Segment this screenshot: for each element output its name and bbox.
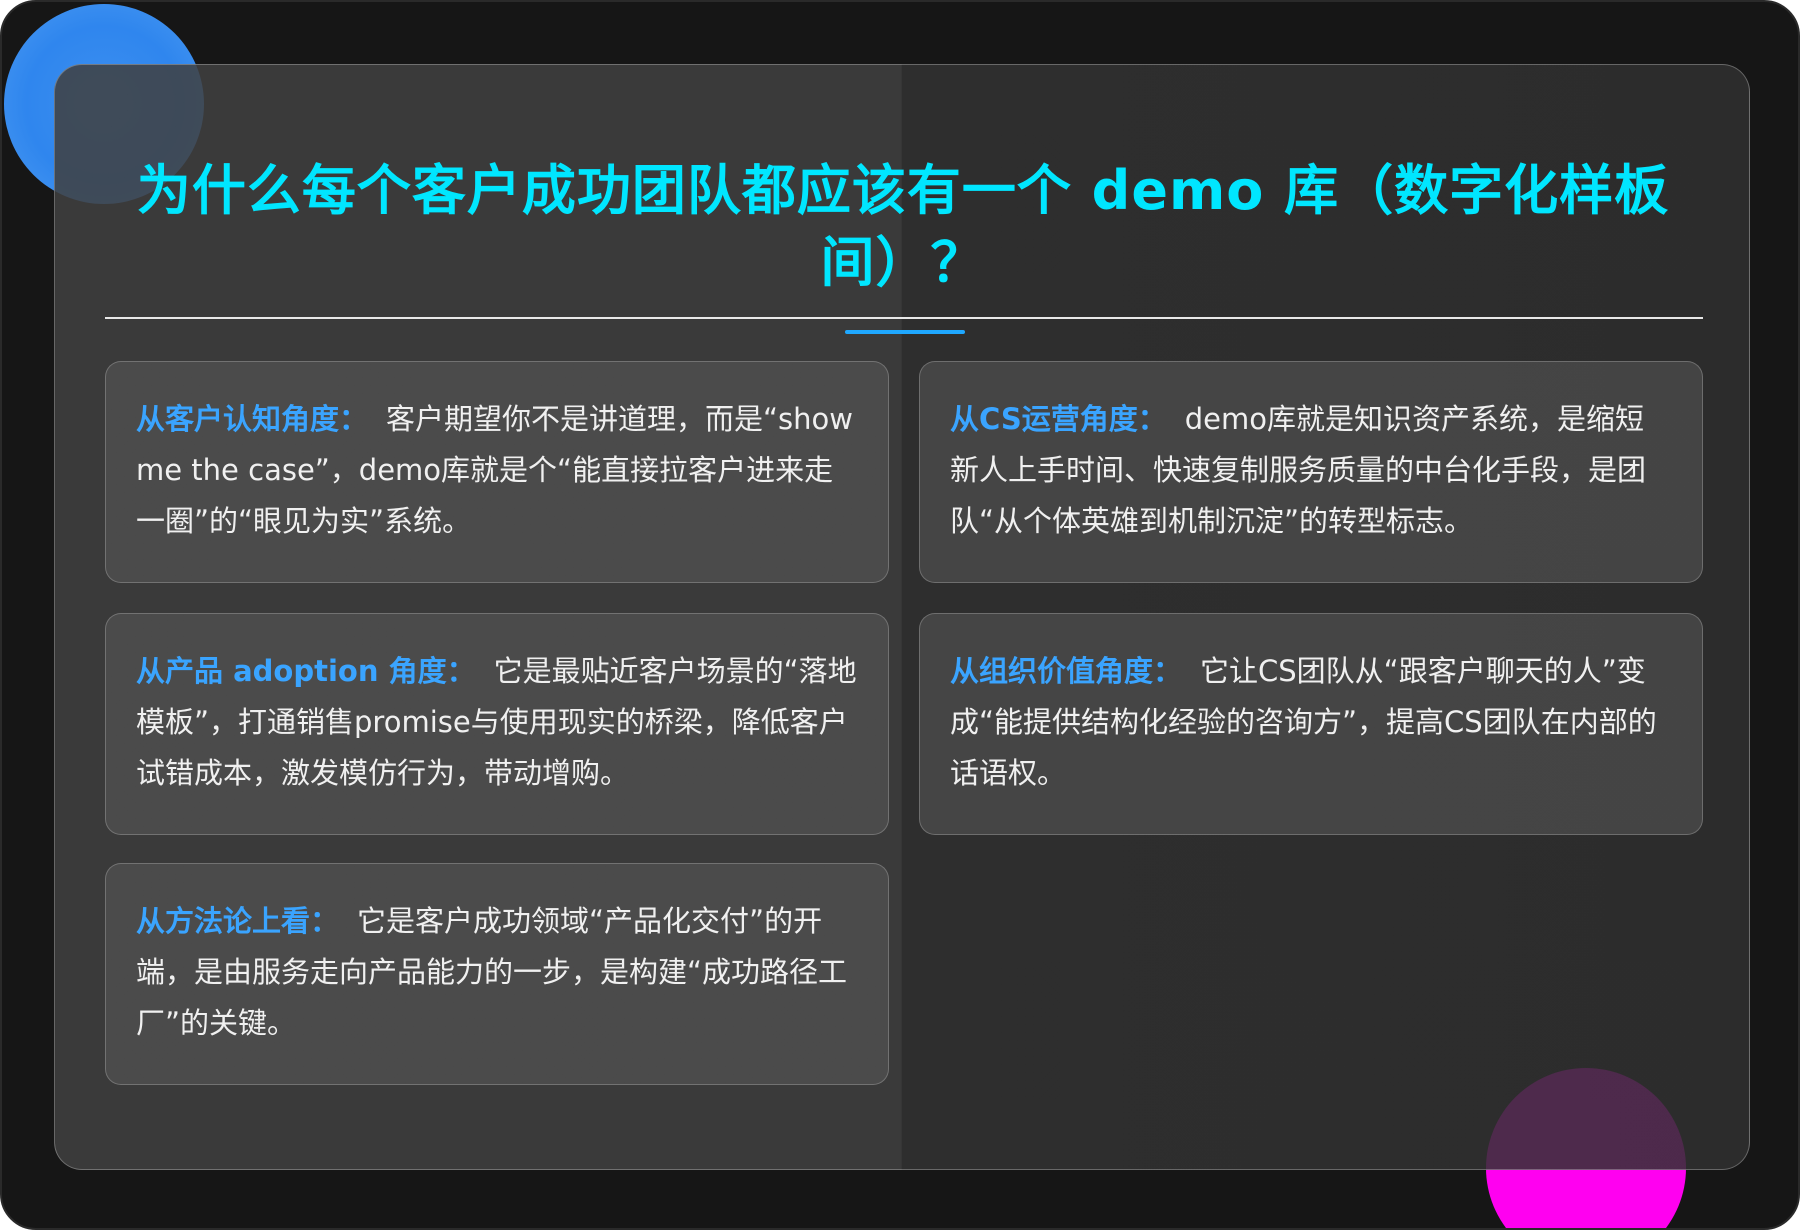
- card-text: 从客户认知角度： 客户期望你不是讲道理，而是“show me the case”，…: [136, 394, 858, 547]
- card-text: 从方法论上看： 它是客户成功领域“产品化交付”的开端，是由服务走向产品能力的一步，…: [136, 896, 858, 1049]
- card-methodology: 从方法论上看： 它是客户成功领域“产品化交付”的开端，是由服务走向产品能力的一步，…: [105, 863, 889, 1085]
- card-organizational-value: 从组织价值角度： 它让CS团队从“跟客户聊天的人”变成“能提供结构化经验的咨询方”…: [919, 613, 1703, 835]
- title-divider: [105, 317, 1703, 319]
- content-panel: 为什么每个客户成功团队都应该有一个 demo 库（数字化样板间）？ 从客户认知角…: [54, 64, 1750, 1170]
- card-lead: 从组织价值角度：: [950, 654, 1183, 688]
- card-lead: 从方法论上看：: [136, 904, 340, 938]
- slide-frame: 为什么每个客户成功团队都应该有一个 demo 库（数字化样板间）？ 从客户认知角…: [0, 0, 1800, 1230]
- card-text: 从CS运营角度： demo库就是知识资产系统，是缩短新人上手时间、快速复制服务质量…: [950, 394, 1672, 547]
- card-text: 从产品 adoption 角度： 它是最贴近客户场景的“落地模板”，打通销售pro…: [136, 646, 858, 799]
- card-product-adoption: 从产品 adoption 角度： 它是最贴近客户场景的“落地模板”，打通销售pro…: [105, 613, 889, 835]
- card-lead: 从CS运营角度：: [950, 402, 1167, 436]
- page-title: 为什么每个客户成功团队都应该有一个 demo 库（数字化样板间）？: [136, 159, 1670, 294]
- card-customer-perception: 从客户认知角度： 客户期望你不是讲道理，而是“show me the case”，…: [105, 361, 889, 583]
- card-cs-operations: 从CS运营角度： demo库就是知识资产系统，是缩短新人上手时间、快速复制服务质量…: [919, 361, 1703, 583]
- card-lead: 从产品 adoption 角度：: [136, 654, 476, 688]
- card-lead: 从客户认知角度：: [136, 402, 369, 436]
- title-accent-line: [845, 330, 965, 334]
- card-text: 从组织价值角度： 它让CS团队从“跟客户聊天的人”变成“能提供结构化经验的咨询方”…: [950, 646, 1672, 799]
